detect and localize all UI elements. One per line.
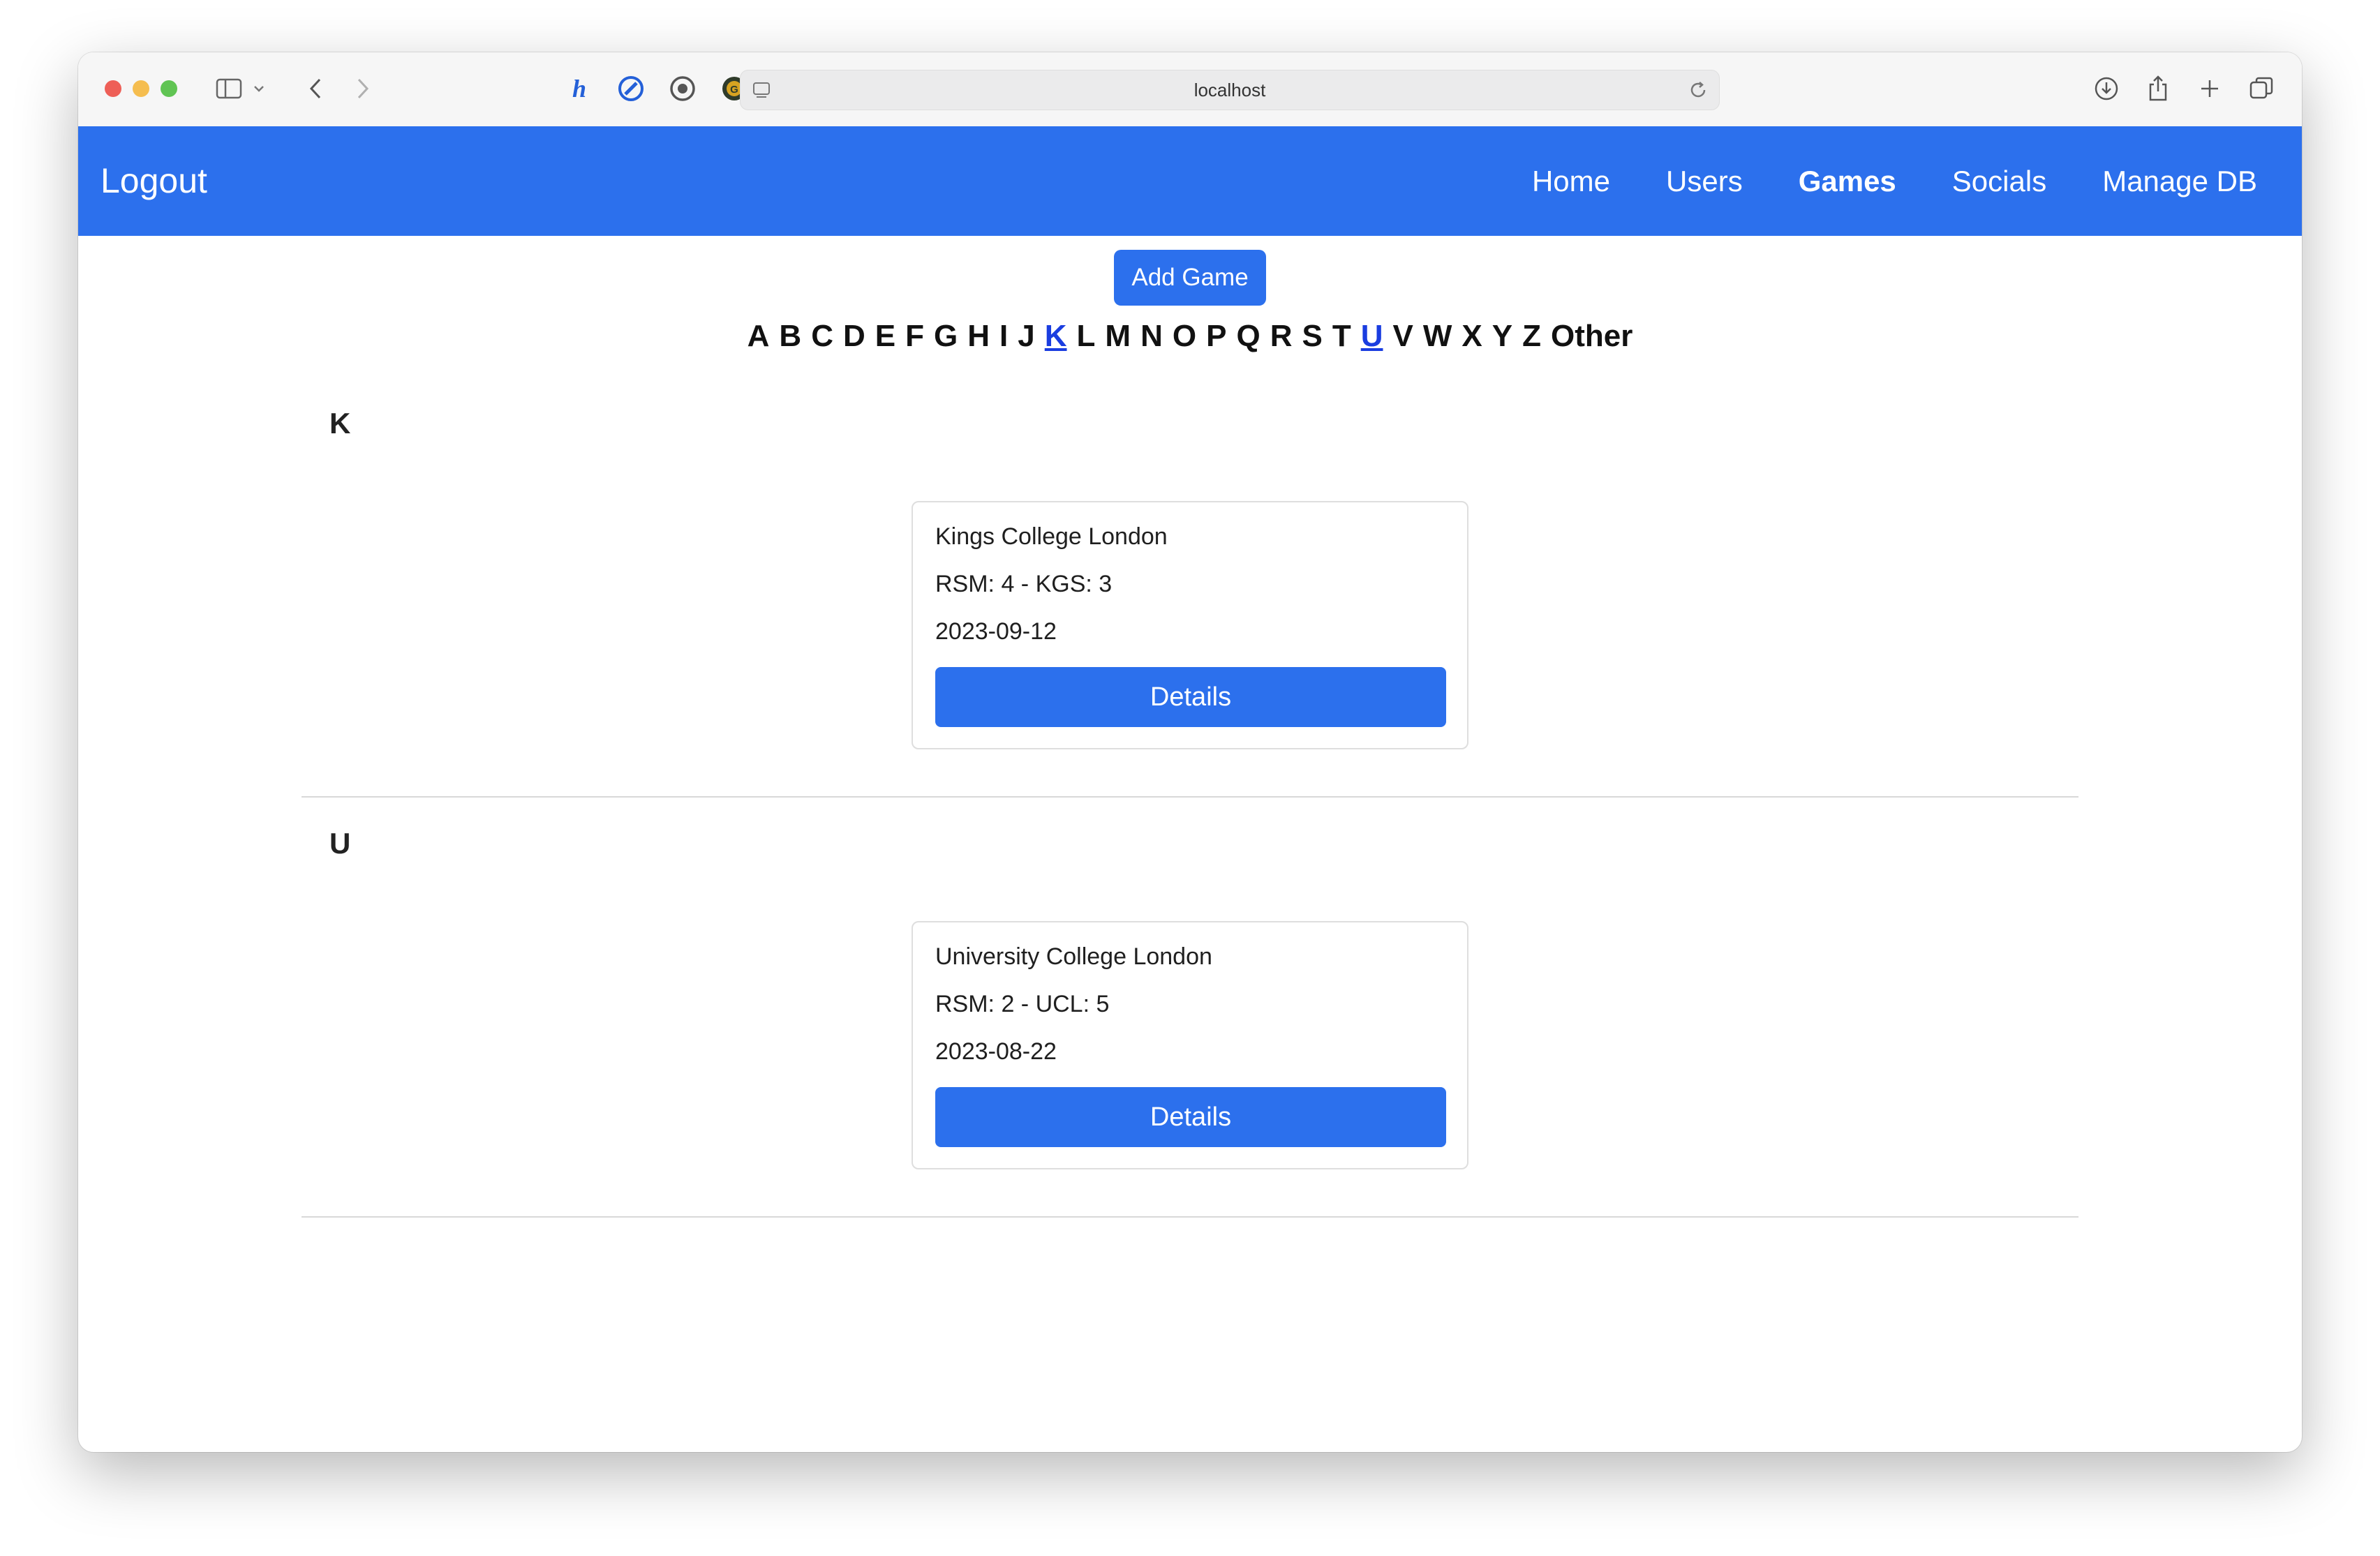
details-button[interactable]: Details [935,667,1446,727]
nav-games[interactable]: Games [1799,165,1896,198]
letter-link-j[interactable]: J [1018,319,1034,354]
letter-link-h[interactable]: H [967,319,990,354]
chevron-down-icon[interactable] [248,73,269,104]
letter-link-m[interactable]: M [1105,319,1131,354]
new-tab-icon[interactable] [2194,73,2225,104]
game-date: 2023-09-12 [935,618,1057,645]
game-card: University College London RSM: 2 - UCL: … [912,921,1468,1169]
letter-link-z[interactable]: Z [1522,319,1541,354]
letter-link-i[interactable]: I [999,319,1008,354]
game-score: RSM: 4 - KGS: 3 [935,571,1113,597]
nav-manage-db[interactable]: Manage DB [2102,165,2257,198]
logout-link[interactable]: Logout [101,126,207,236]
letter-link-c[interactable]: C [811,319,833,354]
section-divider [302,796,2078,798]
reload-icon[interactable] [1687,79,1709,101]
letter-link-n[interactable]: N [1140,319,1163,354]
game-opponent: Kings College London [935,523,1168,550]
browser-toolbar: h G G localhost [78,52,2302,127]
section-divider [302,1216,2078,1218]
letter-link-v[interactable]: V [1393,319,1413,354]
back-icon[interactable] [300,73,331,104]
letter-link-f[interactable]: F [905,319,924,354]
letter-link-x[interactable]: X [1462,319,1482,354]
letter-link-y[interactable]: Y [1492,319,1512,354]
section-heading-u: U [329,827,351,860]
zoom-window-button[interactable] [161,80,177,97]
svg-text:h: h [572,75,586,103]
letter-link-d[interactable]: D [843,319,865,354]
minimize-window-button[interactable] [133,80,149,97]
letter-link-b[interactable]: B [779,319,801,354]
letter-link-p[interactable]: P [1206,319,1226,354]
game-opponent: University College London [935,943,1212,970]
game-date: 2023-08-22 [935,1038,1057,1065]
letter-link-g[interactable]: G [934,319,958,354]
alphabet-filter: A B C D E F G H I J K L M N O P Q R S T U V W X Y Z Other [78,312,2302,361]
close-window-button[interactable] [105,80,121,97]
share-icon[interactable] [2143,73,2173,104]
top-navbar: Logout Home Users Games Socials Manage D… [78,126,2302,236]
letter-link-q[interactable]: Q [1236,319,1260,354]
forward-icon[interactable] [348,73,378,104]
game-card: Kings College London RSM: 4 - KGS: 3 202… [912,501,1468,749]
downloads-icon[interactable] [2091,73,2122,104]
svg-text:G: G [730,84,738,96]
nav-home[interactable]: Home [1532,165,1610,198]
nav-users[interactable]: Users [1666,165,1743,198]
section-heading-k: K [329,407,351,440]
letter-link-l[interactable]: L [1077,319,1096,354]
game-score: RSM: 2 - UCL: 5 [935,991,1110,1017]
circle-target-icon[interactable] [667,73,698,104]
add-game-button[interactable]: Add Game [1114,250,1266,306]
address-bar[interactable]: localhost [740,70,1720,110]
nav-links: Home Users Games Socials Manage DB [1532,126,2257,236]
nav-socials[interactable]: Socials [1952,165,2046,198]
compass-icon[interactable] [616,73,646,104]
browser-window: h G G localhost [78,52,2302,1452]
letter-link-k[interactable]: K [1045,319,1067,354]
details-button[interactable]: Details [935,1087,1446,1147]
letter-link-e[interactable]: E [875,319,895,354]
letter-link-t[interactable]: T [1332,319,1351,354]
letter-link-w[interactable]: W [1423,319,1452,354]
letter-link-r[interactable]: R [1270,319,1293,354]
honey-icon[interactable]: h [564,73,595,104]
letter-link-u[interactable]: U [1361,319,1383,354]
letter-link-o[interactable]: O [1173,319,1196,354]
letter-link-other[interactable]: Other [1551,319,1632,354]
url-text: localhost [1193,80,1266,100]
letter-link-s[interactable]: S [1302,319,1322,354]
sidebar-icon[interactable] [214,73,244,104]
letter-link-a[interactable]: A [748,319,770,354]
tab-overview-icon[interactable] [2246,73,2277,104]
